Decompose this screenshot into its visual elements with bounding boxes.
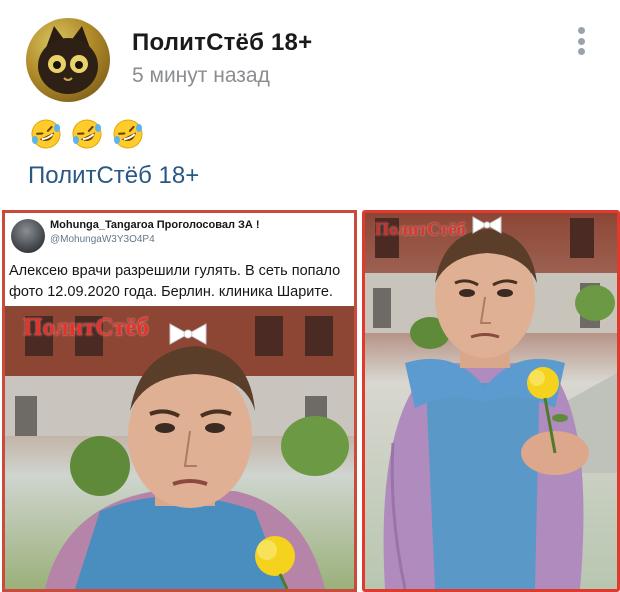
community-avatar[interactable] — [26, 18, 110, 102]
post-image-left[interactable]: Mohunga_Tangaroa Проголосовал ЗА ! @Mohu… — [2, 210, 357, 592]
community-link[interactable]: ПолитСтёб 18+ — [28, 162, 199, 190]
dot-icon — [577, 37, 585, 45]
cat-icon — [38, 26, 98, 94]
tweet-text: Алексею врачи разрешили гулять. В сеть п… — [9, 263, 341, 300]
dot-icon — [577, 48, 585, 55]
watermark: ПолитСтёб — [375, 219, 466, 239]
post-author[interactable]: ПолитСтёб 18+ — [132, 29, 312, 57]
rofl-emoji-icon — [72, 119, 102, 149]
watermark: ПолитСтёб — [23, 314, 149, 341]
rofl-emoji-icon — [31, 119, 61, 149]
emoji-row — [30, 118, 144, 150]
tweet-avatar — [11, 219, 45, 253]
dot-icon — [577, 27, 585, 34]
tweet-photo: ПолитСтёб — [5, 306, 354, 589]
post-time: 5 минут назад — [132, 64, 270, 87]
tweet-handle: @MohungaW3Y3O4P4 — [50, 234, 155, 245]
more-options-button[interactable] — [566, 24, 596, 58]
tweet-author-name: Mohunga_Tangaroa Проголосовал ЗА ! — [50, 219, 260, 231]
post-image-right[interactable]: ПолитСтёб — [362, 210, 620, 592]
rofl-emoji-icon — [113, 119, 143, 149]
